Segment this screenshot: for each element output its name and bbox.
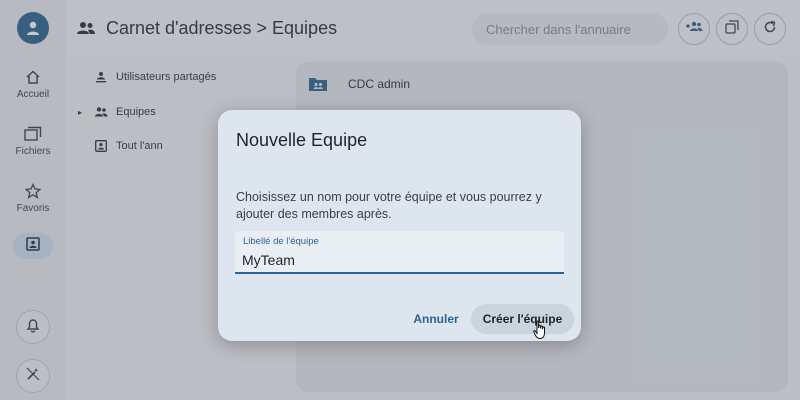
team-name-input[interactable] — [242, 250, 542, 270]
team-name-field[interactable]: Libellé de l'équipe — [235, 231, 564, 274]
new-team-dialog: Nouvelle Equipe Choisissez un nom pour v… — [218, 110, 581, 341]
cancel-button[interactable]: Annuler — [406, 306, 466, 332]
hand-pointer-icon — [533, 320, 547, 340]
dialog-title: Nouvelle Equipe — [236, 130, 368, 150]
dialog-description: Choisissez un nom pour votre équipe et v… — [236, 190, 542, 221]
team-name-label: Libellé de l'équipe — [243, 236, 319, 247]
create-team-button[interactable]: Créer l'équipe — [471, 304, 574, 334]
